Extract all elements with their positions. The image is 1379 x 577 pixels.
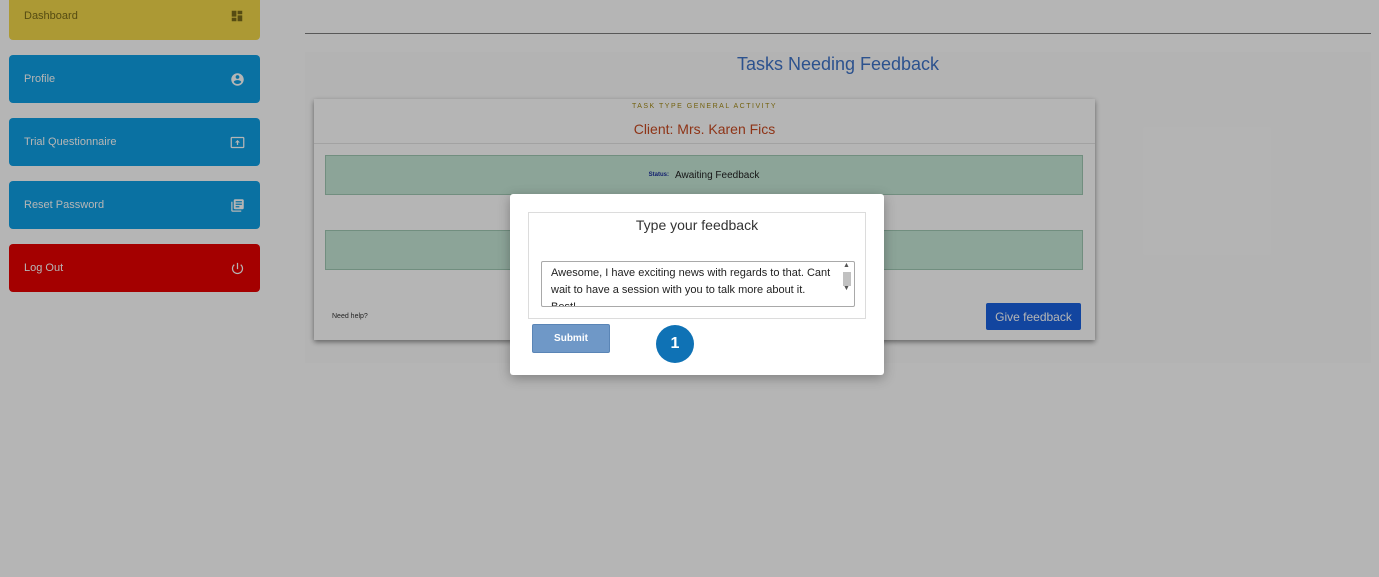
feedback-form: Type your feedback Awesome, I have excit… xyxy=(528,212,866,319)
modal-title: Type your feedback xyxy=(635,217,759,233)
scroll-down-icon[interactable]: ▼ xyxy=(843,285,850,292)
submit-button[interactable]: Submit xyxy=(532,324,610,353)
scroll-thumb[interactable] xyxy=(843,272,851,286)
textarea-scrollbar[interactable]: ▲ ▼ xyxy=(841,262,853,305)
scroll-up-icon[interactable]: ▲ xyxy=(843,262,850,269)
feedback-textarea[interactable]: Awesome, I have exciting news with regar… xyxy=(541,261,855,307)
step-badge: 1 xyxy=(656,325,694,363)
feedback-modal: Type your feedback Awesome, I have excit… xyxy=(510,194,884,375)
